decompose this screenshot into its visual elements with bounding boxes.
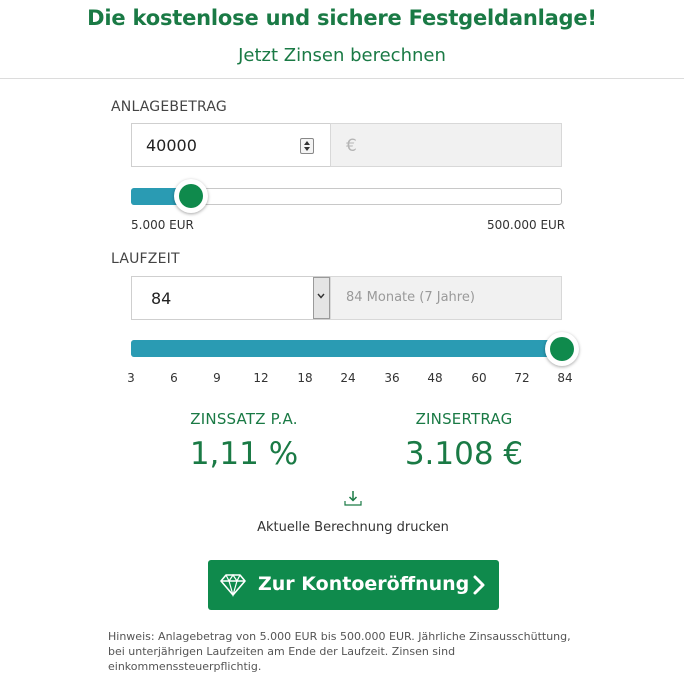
diamond-icon (220, 573, 246, 597)
term-tick-label[interactable]: 3 (116, 371, 146, 385)
disclaimer-note: Hinweis: Anlagebetrag von 5.000 EUR bis … (108, 630, 571, 673)
stepper-up-icon[interactable] (304, 141, 310, 145)
term-label: LAUFZEIT (111, 251, 180, 267)
term-select-value: 84 (151, 289, 172, 308)
amount-min-label: 5.000 EUR (131, 218, 194, 232)
amount-stepper[interactable] (300, 138, 314, 154)
term-tick-label[interactable]: 60 (464, 371, 494, 385)
open-account-label: Zur Kontoeröffnung (258, 573, 470, 595)
term-tick-label[interactable]: 9 (202, 371, 232, 385)
term-tick-label[interactable]: 84 (550, 371, 580, 385)
term-tick-label[interactable]: 18 (290, 371, 320, 385)
euro-unit-placeholder: € (346, 136, 357, 156)
rate-title: ZINSSATZ P.A. (190, 410, 298, 428)
rate-value: 1,11 % (189, 436, 299, 472)
term-tick-label[interactable]: 48 (420, 371, 450, 385)
term-slider-handle[interactable] (545, 332, 579, 366)
term-slider-fill (131, 340, 562, 357)
term-tick-label[interactable]: 6 (159, 371, 189, 385)
amount-unit-field (330, 123, 562, 167)
amount-input-value: 40000 (146, 136, 197, 155)
term-tick-label[interactable]: 36 (377, 371, 407, 385)
yield-title: ZINSERTRAG (415, 410, 513, 428)
yield-value: 3.108 € (404, 436, 524, 472)
chevron-down-icon (317, 293, 325, 299)
header-divider (0, 78, 684, 79)
term-tick-label[interactable]: 12 (246, 371, 276, 385)
amount-label: ANLAGEBETRAG (111, 99, 227, 115)
amount-slider-handle[interactable] (174, 179, 209, 213)
term-select-dropdown[interactable] (313, 277, 330, 319)
term-tick-label[interactable]: 24 (333, 371, 363, 385)
print-link[interactable]: Aktuelle Berechnung drucken (0, 520, 684, 535)
open-account-button[interactable]: Zur Kontoeröffnung (208, 560, 499, 610)
term-unit-text: 84 Monate (7 Jahre) (346, 290, 475, 305)
page-title: Die kostenlose und sichere Festgeldanlag… (87, 6, 597, 30)
download-icon[interactable] (344, 489, 362, 507)
chevron-right-icon (473, 575, 485, 595)
term-tick-label[interactable]: 72 (507, 371, 537, 385)
amount-max-label: 500.000 EUR (487, 218, 566, 232)
page-subtitle: Jetzt Zinsen berechnen (238, 45, 446, 66)
stepper-down-icon[interactable] (304, 147, 310, 151)
